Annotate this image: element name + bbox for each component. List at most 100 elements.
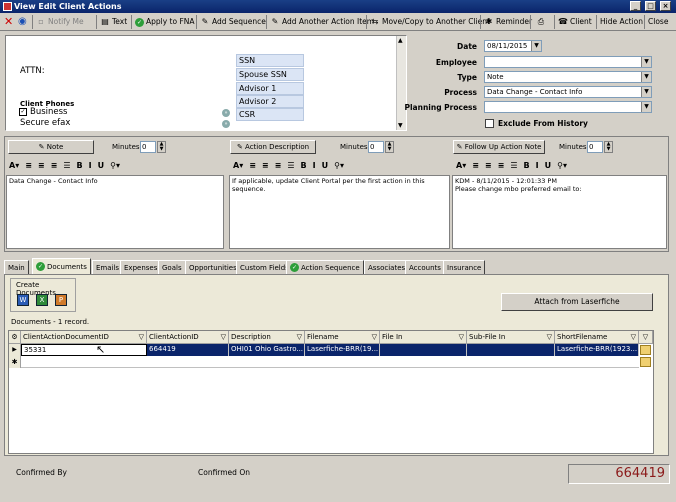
- align-right-icon[interactable]: ≡: [498, 161, 505, 170]
- exclude-from-history-checkbox[interactable]: [485, 119, 494, 128]
- follow-up-note-button[interactable]: ✎ Follow Up Action Note: [453, 140, 545, 154]
- scroll-up-icon[interactable]: ▲: [398, 37, 403, 44]
- client-button[interactable]: ☎ Client: [558, 15, 592, 29]
- font-color-icon[interactable]: A▾: [456, 161, 466, 170]
- type-select[interactable]: Note ▼: [484, 71, 652, 83]
- underline-icon[interactable]: U: [545, 161, 552, 170]
- bullets-icon[interactable]: ☰: [287, 161, 294, 170]
- column-chooser-filter-icon[interactable]: ▽: [639, 331, 653, 344]
- minimize-button[interactable]: _: [630, 1, 641, 11]
- open-file-icon[interactable]: [640, 357, 651, 367]
- cell-filename[interactable]: Laserfiche-BRR(19...: [305, 344, 380, 356]
- attach-from-laserfiche-button[interactable]: Attach from Laserfiche: [501, 293, 653, 311]
- type-dropdown-icon[interactable]: ▼: [641, 72, 651, 82]
- align-center-icon[interactable]: ≡: [485, 161, 492, 170]
- description-minutes-spinner[interactable]: ▲ ▼: [385, 141, 394, 153]
- new-row-icon[interactable]: ✱: [9, 356, 21, 368]
- window-close-button[interactable]: ×: [660, 1, 671, 11]
- note-minutes-input[interactable]: 0: [140, 141, 156, 153]
- process-select[interactable]: Data Change - Contact Info ▼: [484, 86, 652, 98]
- action-description-button[interactable]: ✎ Action Description: [230, 140, 316, 154]
- description-text-area[interactable]: If applicable, update Client Portal per …: [229, 175, 450, 249]
- align-right-icon[interactable]: ≡: [51, 161, 58, 170]
- column-header-shortfilename[interactable]: ShortFilename ▽: [555, 331, 639, 344]
- align-left-icon[interactable]: ≡: [25, 161, 32, 170]
- notify-me-button[interactable]: ▫ Notify Me: [36, 15, 83, 29]
- phone-action-icon[interactable]: »: [222, 109, 230, 117]
- align-center-icon[interactable]: ≡: [262, 161, 269, 170]
- row-indicator-icon[interactable]: ▶: [9, 344, 21, 356]
- close-button[interactable]: Close: [648, 15, 668, 29]
- tab-accounts[interactable]: Accounts: [405, 260, 445, 274]
- note-minutes-spinner[interactable]: ▲ ▼: [157, 141, 166, 153]
- planning-process-dropdown-icon[interactable]: ▼: [641, 102, 651, 112]
- column-header-clientactionid[interactable]: ClientActionID ▽: [147, 331, 229, 344]
- apply-to-fna-button[interactable]: ✓ Apply to FNA: [135, 15, 195, 29]
- followup-minutes-spinner[interactable]: ▲ ▼: [604, 141, 613, 153]
- move-copy-button[interactable]: ⇆ Move/Copy to Another Client: [370, 15, 490, 29]
- bold-icon[interactable]: B: [301, 161, 307, 170]
- tab-expenses[interactable]: Expenses: [120, 260, 162, 274]
- text-button[interactable]: ▤ Text: [100, 15, 127, 29]
- maximize-button[interactable]: □: [645, 1, 656, 11]
- underline-icon[interactable]: U: [98, 161, 105, 170]
- print-button[interactable]: ⎙: [536, 15, 546, 29]
- tab-insurance[interactable]: Insurance: [443, 260, 486, 274]
- find-icon[interactable]: ⚲▾: [110, 161, 120, 170]
- filter-icon[interactable]: ▽: [372, 331, 377, 343]
- tab-custom-fields[interactable]: Custom Fields: [236, 260, 293, 274]
- globe-icon[interactable]: ◉: [18, 15, 27, 29]
- reminder-button[interactable]: ✱ Reminder: [484, 15, 532, 29]
- note-text-area[interactable]: Data Change - Contact Info: [6, 175, 224, 249]
- date-dropdown-icon[interactable]: ▼: [531, 41, 541, 51]
- italic-icon[interactable]: I: [89, 161, 92, 170]
- followup-minutes-input[interactable]: 0: [587, 141, 603, 153]
- column-header-description[interactable]: Description ▽: [229, 331, 305, 344]
- date-field[interactable]: 08/11/2015 ▼: [484, 40, 542, 52]
- bullets-icon[interactable]: ☰: [63, 161, 70, 170]
- find-icon[interactable]: ⚲▾: [557, 161, 567, 170]
- italic-icon[interactable]: I: [313, 161, 316, 170]
- column-header-file-in[interactable]: File In ▽: [380, 331, 467, 344]
- cell-description[interactable]: OHI01 Ohio Gastro...: [229, 344, 305, 356]
- tab-documents[interactable]: ✓ Documents: [32, 258, 91, 274]
- excel-document-icon[interactable]: X: [36, 294, 48, 306]
- column-header-sub-file-in[interactable]: Sub-File In ▽: [467, 331, 555, 344]
- cell-action-id[interactable]: 664419: [147, 344, 229, 356]
- filter-icon[interactable]: ▽: [139, 331, 144, 343]
- new-row[interactable]: [21, 356, 639, 368]
- hide-action-button[interactable]: Hide Action: [600, 15, 643, 29]
- employee-select[interactable]: ▼: [484, 56, 652, 68]
- bullets-icon[interactable]: ☰: [510, 161, 517, 170]
- bold-icon[interactable]: B: [77, 161, 83, 170]
- bold-icon[interactable]: B: [524, 161, 530, 170]
- find-icon[interactable]: ⚲▾: [334, 161, 344, 170]
- note-button[interactable]: ✎ Note: [8, 140, 94, 154]
- filter-icon[interactable]: ▽: [547, 331, 552, 343]
- cell-shortfilename[interactable]: Laserfiche-BRR(1923...: [555, 344, 639, 356]
- filter-icon[interactable]: ▽: [221, 331, 226, 343]
- column-header-filename[interactable]: Filename ▽: [305, 331, 380, 344]
- tab-opportunities[interactable]: Opportunities: [185, 260, 241, 274]
- planning-process-select[interactable]: ▼: [484, 101, 652, 113]
- cell-file-in[interactable]: [380, 344, 467, 356]
- column-header-clientactiondocumentid[interactable]: ClientActionDocumentID ▽: [21, 331, 147, 344]
- add-sequence-button[interactable]: ✎ Add Sequence: [200, 15, 266, 29]
- align-left-icon[interactable]: ≡: [249, 161, 256, 170]
- filter-icon[interactable]: ▽: [631, 331, 636, 343]
- open-file-icon[interactable]: [640, 345, 651, 355]
- client-info-scrollbar[interactable]: ▲ ▼: [396, 36, 406, 130]
- process-dropdown-icon[interactable]: ▼: [641, 87, 651, 97]
- tab-associates[interactable]: Associates: [364, 260, 410, 274]
- tab-action-sequence[interactable]: ✓ Action Sequence: [286, 260, 364, 274]
- filter-icon[interactable]: ▽: [297, 331, 302, 343]
- underline-icon[interactable]: U: [322, 161, 329, 170]
- efax-action-icon[interactable]: »: [222, 120, 230, 128]
- add-another-action-item-button[interactable]: ✎ Add Another Action Item: [270, 15, 374, 29]
- font-color-icon[interactable]: A▾: [233, 161, 243, 170]
- pdf-document-icon[interactable]: P: [55, 294, 67, 306]
- tab-goals[interactable]: Goals: [158, 260, 186, 274]
- cell-document-id[interactable]: 35331: [21, 344, 147, 356]
- filter-icon[interactable]: ▽: [459, 331, 464, 343]
- tab-main[interactable]: Main: [4, 260, 29, 274]
